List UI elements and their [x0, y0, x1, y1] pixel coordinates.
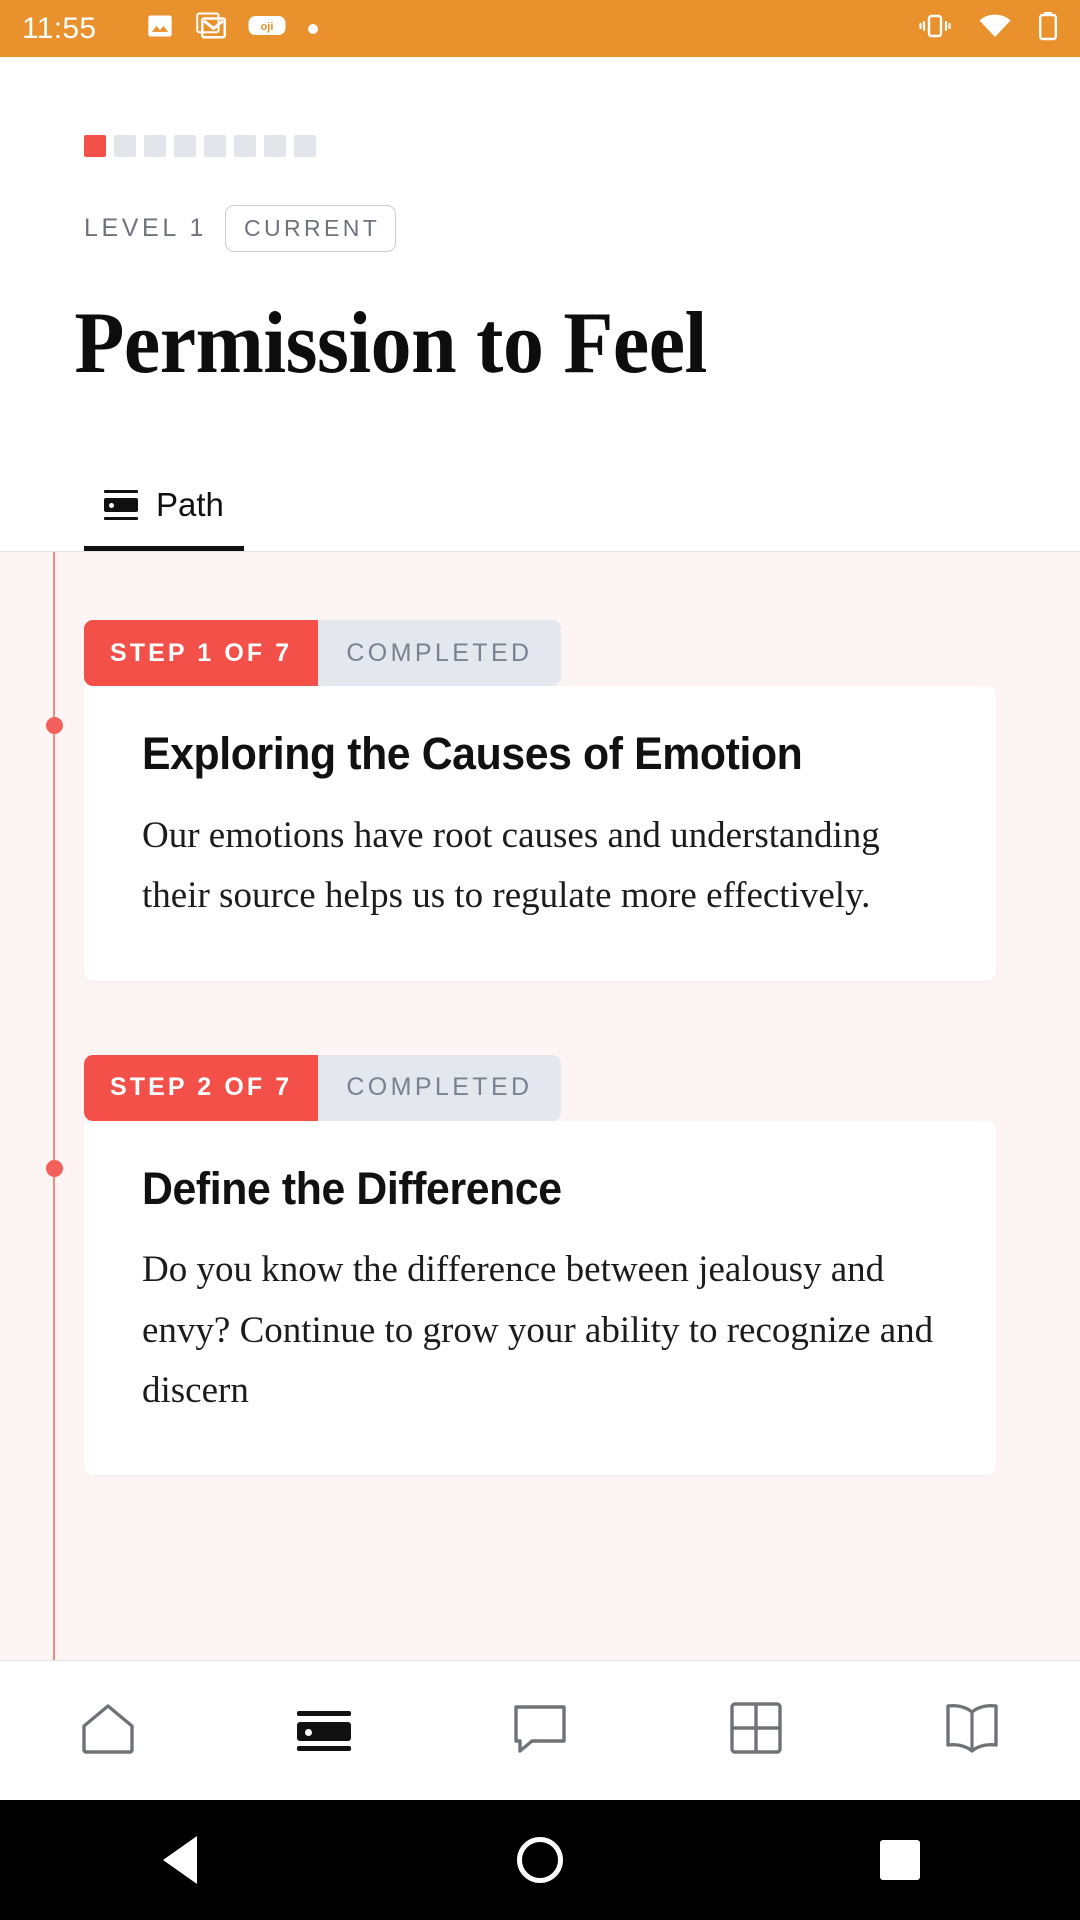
phone-screen: 11:55 oji LEVEL 1 CURRENT Permission to … — [0, 0, 1080, 1920]
level-progress-indicator — [0, 57, 1080, 157]
step-card-body[interactable]: Exploring the Causes of Emotion Our emot… — [84, 686, 996, 981]
nav-item-path[interactable] — [216, 1710, 432, 1751]
path-content[interactable]: STEP 1 OF 7 COMPLETED Exploring the Caus… — [0, 552, 1080, 1660]
progress-square — [144, 135, 166, 157]
path-icon — [104, 490, 138, 521]
tab-bar: Path — [0, 390, 1080, 552]
gmail-icon — [196, 11, 227, 46]
nav-item-grid[interactable] — [648, 1701, 864, 1760]
step-tag-row: STEP 2 OF 7 COMPLETED — [84, 1054, 996, 1121]
vibrate-icon — [918, 12, 952, 45]
status-badge: CURRENT — [224, 205, 397, 252]
progress-square — [174, 135, 196, 157]
progress-square — [84, 135, 106, 157]
oji-badge-icon: oji — [248, 14, 286, 43]
step-card-body[interactable]: Define the Difference Do you know the di… — [84, 1120, 996, 1476]
step-tag-row: STEP 1 OF 7 COMPLETED — [84, 620, 996, 687]
step-status-badge: COMPLETED — [318, 1054, 561, 1121]
battery-icon — [1038, 11, 1058, 46]
step-card[interactable]: STEP 1 OF 7 COMPLETED Exploring the Caus… — [84, 620, 996, 981]
photo-icon — [146, 12, 174, 45]
step-title: Exploring the Causes of Emotion — [142, 728, 803, 780]
level-label: LEVEL 1 — [84, 214, 207, 242]
step-card-list: STEP 1 OF 7 COMPLETED Exploring the Caus… — [0, 552, 1080, 1476]
progress-square — [234, 135, 256, 157]
status-bar-left: 11:55 oji — [22, 11, 918, 46]
nav-item-home[interactable] — [0, 1701, 216, 1760]
lesson-header: LEVEL 1 CURRENT Permission to Feel Path — [0, 57, 1080, 553]
progress-square — [294, 135, 316, 157]
progress-square — [264, 135, 286, 157]
step-description: Our emotions have root causes and unders… — [142, 815, 880, 917]
page-title: Permission to Feel — [74, 295, 707, 392]
back-triangle-icon — [163, 1836, 197, 1884]
step-card[interactable]: STEP 2 OF 7 COMPLETED Define the Differe… — [84, 1054, 996, 1476]
android-back-button[interactable] — [120, 1836, 240, 1884]
tab-path[interactable]: Path — [84, 486, 244, 552]
wifi-icon — [978, 13, 1012, 44]
path-icon — [297, 1710, 351, 1751]
nav-item-book[interactable] — [864, 1701, 1080, 1760]
tab-path-label: Path — [156, 486, 224, 524]
home-circle-icon — [517, 1837, 563, 1883]
book-icon — [944, 1701, 1000, 1760]
nav-item-chat[interactable] — [432, 1701, 648, 1760]
status-time: 11:55 — [22, 11, 97, 45]
progress-square — [114, 135, 136, 157]
step-title: Define the Difference — [142, 1162, 562, 1214]
step-description: Do you know the difference between jealo… — [142, 1249, 934, 1412]
grid-icon — [729, 1701, 783, 1760]
status-bar: 11:55 oji — [0, 0, 1080, 57]
level-row: LEVEL 1 CURRENT — [0, 157, 1080, 252]
svg-text:oji: oji — [261, 21, 274, 33]
android-navigation-bar — [0, 1800, 1080, 1920]
android-home-button[interactable] — [480, 1837, 600, 1883]
home-icon — [80, 1701, 136, 1760]
step-status-badge: COMPLETED — [318, 620, 561, 687]
dot-icon — [308, 23, 319, 34]
chat-bubble-icon — [512, 1701, 568, 1760]
bottom-navigation-bar — [0, 1660, 1080, 1800]
step-badge: STEP 1 OF 7 — [84, 620, 319, 687]
progress-square — [204, 135, 226, 157]
recents-square-icon — [880, 1840, 920, 1880]
step-badge: STEP 2 OF 7 — [84, 1054, 319, 1121]
android-recents-button[interactable] — [840, 1840, 960, 1880]
status-bar-right — [918, 11, 1058, 46]
